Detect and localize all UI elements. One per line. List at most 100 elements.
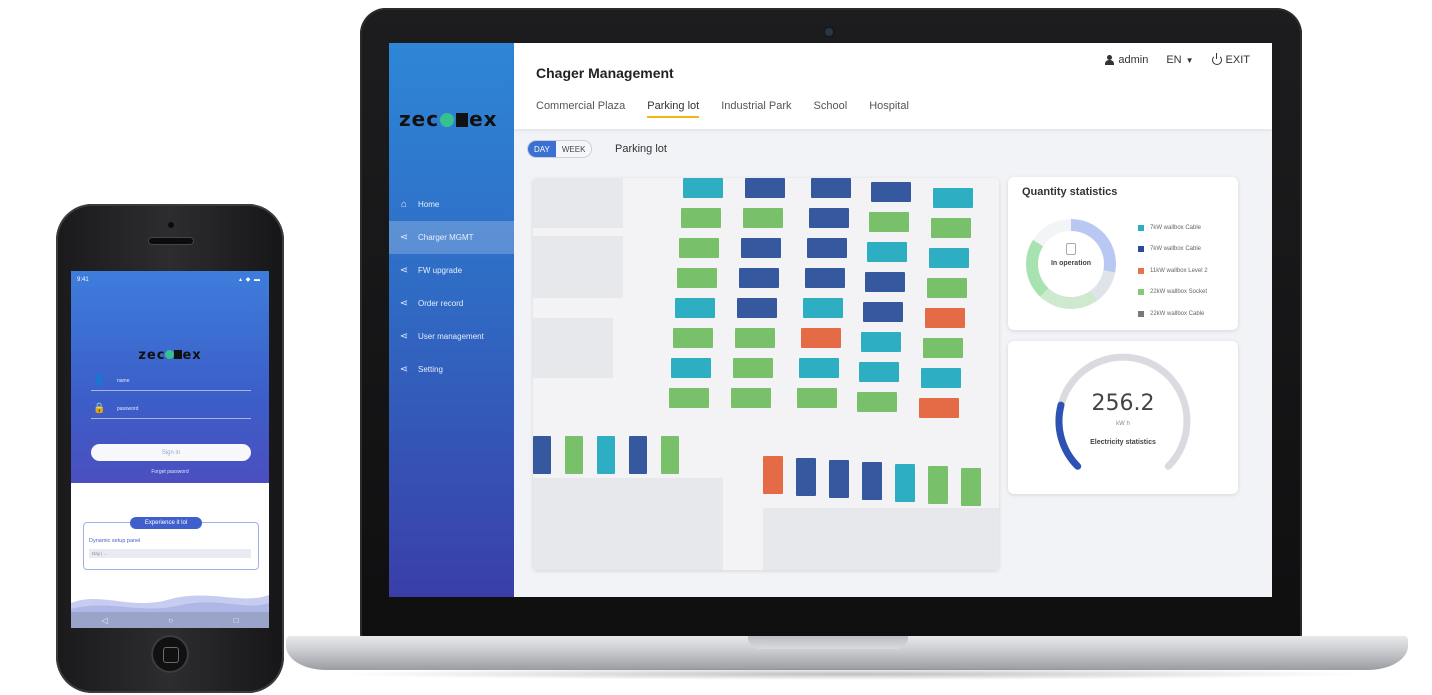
tab-school[interactable]: School	[814, 100, 848, 118]
sidebar-item-label: Setting	[418, 365, 443, 374]
share-icon: ⋖	[399, 331, 409, 342]
quantity-statistics-title: Quantity statistics	[1022, 186, 1118, 198]
parking-spot	[739, 268, 779, 288]
parking-spot	[865, 272, 905, 292]
parking-spot	[799, 358, 839, 378]
parking-spot	[745, 178, 785, 198]
electricity-value: 256.2	[1091, 391, 1155, 416]
parking-spot	[743, 208, 783, 228]
signin-button[interactable]: Sign in	[91, 444, 251, 461]
legend-item: 22kW wallbox Socket	[1138, 282, 1208, 304]
parking-spot	[928, 466, 948, 504]
parking-spot	[961, 468, 981, 506]
legend-swatch	[1138, 267, 1144, 274]
tab-parking-lot[interactable]: Parking lot	[647, 100, 699, 118]
dynamic-setup-label: Dynamic setup panel	[89, 538, 141, 544]
sidebar-item-user-management[interactable]: ⋖ User management	[389, 320, 514, 353]
phone-password-field[interactable]: 🔒 password	[91, 401, 251, 419]
parking-spot	[829, 460, 849, 498]
experience-box	[83, 522, 259, 570]
tab-industrial-park[interactable]: Industrial Park	[721, 100, 791, 118]
forgot-password-link[interactable]: Forget password	[71, 469, 269, 475]
sidebar-item-home[interactable]: ⌂ Home	[389, 188, 514, 221]
recents-icon[interactable]: □	[234, 616, 239, 625]
sidebar-item-charger-mgmt[interactable]: ⋖ Charger MGMT	[389, 221, 514, 254]
operation-donut: In operation	[1026, 219, 1116, 309]
charger-legend: 7kW wallbox Cable 7kW wallbox Cable 11kW…	[1138, 217, 1208, 325]
parking-map	[533, 178, 999, 570]
top-right-controls: admin EN ▼ EXIT	[1105, 53, 1250, 66]
user-icon	[1105, 55, 1115, 65]
share-icon: ⋖	[399, 265, 409, 276]
parking-spot	[867, 242, 907, 262]
parking-spot	[677, 268, 717, 288]
parking-spot	[811, 178, 851, 198]
sidebar: zec ex ⌂ Home ⋖ Charger MGMT ⋖ FW upgrade…	[389, 43, 514, 597]
parking-spot	[933, 188, 973, 208]
building-block	[533, 236, 623, 298]
user-menu[interactable]: admin	[1105, 54, 1148, 66]
parking-spot	[741, 238, 781, 258]
parking-spot	[679, 238, 719, 258]
phone-camera	[168, 222, 174, 228]
power-icon	[1211, 53, 1222, 65]
phone-home-button[interactable]	[151, 635, 189, 673]
parking-spot	[919, 398, 959, 418]
brand-logo: zec ex	[399, 107, 498, 131]
lock-icon: 🔒	[93, 403, 106, 414]
legend-swatch	[1138, 289, 1144, 296]
day-week-toggle: DAY WEEK	[527, 140, 593, 158]
page-title: Chager Management	[536, 65, 674, 81]
legend-item: 7kW wallbox Cable	[1138, 239, 1208, 261]
day-toggle-button[interactable]: DAY	[528, 141, 556, 157]
parking-spot	[869, 212, 909, 232]
parking-spot	[669, 388, 709, 408]
phone-speaker	[149, 238, 193, 244]
language-select[interactable]: EN ▼	[1166, 54, 1193, 66]
share-icon: ⋖	[399, 364, 409, 375]
tab-hospital[interactable]: Hospital	[869, 100, 909, 118]
username: admin	[1118, 54, 1149, 66]
week-toggle-button[interactable]: WEEK	[555, 141, 592, 157]
share-icon: ⋖	[399, 232, 409, 243]
sidebar-nav: ⌂ Home ⋖ Charger MGMT ⋖ FW upgrade ⋖ Ord…	[389, 188, 514, 386]
building-block	[533, 478, 723, 570]
parking-spot	[809, 208, 849, 228]
sidebar-item-fw-upgrade[interactable]: ⋖ FW upgrade	[389, 254, 514, 287]
parking-spot	[673, 328, 713, 348]
legend-label: 22kW wallbox Socket	[1150, 289, 1208, 296]
back-icon[interactable]: ◁	[101, 616, 107, 625]
parking-spot	[533, 436, 551, 474]
home-circle-icon[interactable]: ○	[168, 616, 173, 625]
exit-label: EXIT	[1225, 54, 1250, 66]
dynamic-setup-input[interactable]: Day | ...	[89, 549, 251, 558]
electricity-label: Electricity statistics	[1090, 439, 1156, 446]
parking-spot	[671, 358, 711, 378]
parking-spot	[925, 308, 965, 328]
sidebar-item-label: FW upgrade	[418, 266, 463, 275]
charger-icon	[1066, 243, 1076, 255]
tab-commercial-plaza[interactable]: Commercial Plaza	[536, 100, 625, 118]
parking-spot	[929, 248, 969, 268]
phone-login-panel: 9:41 ▴ ◆ ▬ zec ex 👤 name 🔒 password Sign …	[71, 271, 269, 483]
home-icon: ⌂	[400, 199, 408, 210]
top-header: Chager Management Commercial Plaza Parki…	[514, 43, 1272, 129]
parking-spot	[805, 268, 845, 288]
experience-button[interactable]: Experience it lol	[130, 517, 202, 529]
laptop-camera	[825, 28, 833, 36]
parking-spot	[735, 328, 775, 348]
legend-swatch	[1138, 310, 1144, 317]
sidebar-item-order-record[interactable]: ⋖ Order record	[389, 287, 514, 320]
legend-label: 11kW wallbox Level 2	[1150, 267, 1208, 274]
parking-spot	[731, 388, 771, 408]
exit-button[interactable]: EXIT	[1211, 53, 1250, 66]
password-placeholder: password	[117, 406, 139, 412]
share-icon: ⋖	[399, 298, 409, 309]
legend-label: 7kW wallbox Cable	[1150, 246, 1202, 253]
legend-label: 22kW wallbox Cable	[1150, 310, 1205, 317]
phone-username-field[interactable]: 👤 name	[91, 373, 251, 391]
legend-label: 7kW wallbox Cable	[1150, 224, 1202, 231]
parking-spot	[862, 462, 882, 500]
phone-device: 9:41 ▴ ◆ ▬ zec ex 👤 name 🔒 password Sign …	[56, 204, 284, 693]
sidebar-item-setting[interactable]: ⋖ Setting	[389, 353, 514, 386]
